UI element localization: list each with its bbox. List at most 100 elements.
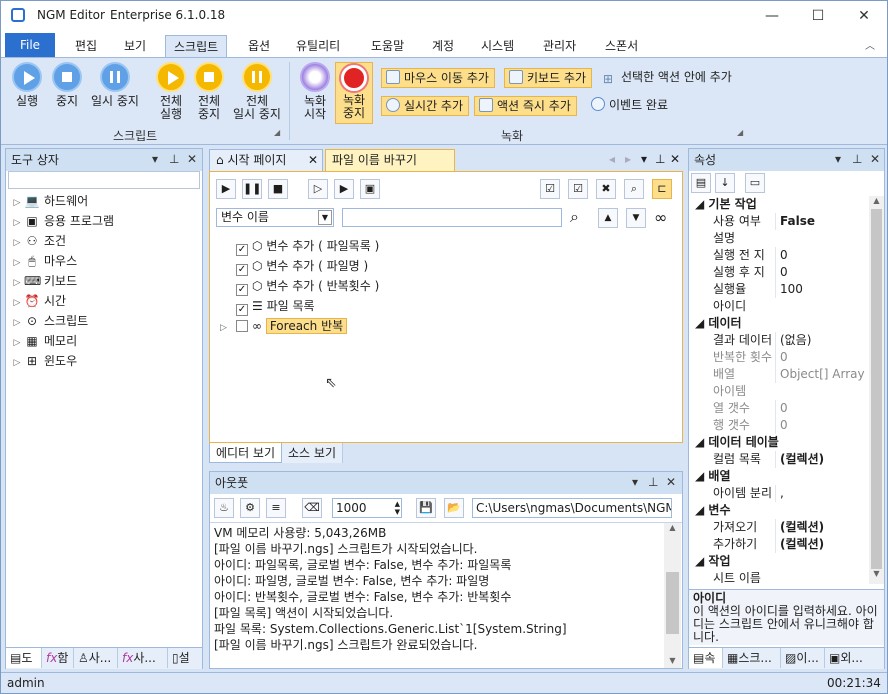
prop-row[interactable]: 아이템 분리, [689, 485, 869, 502]
add-realtime-button[interactable]: 실시간 추가 [381, 96, 470, 116]
prop-row[interactable]: 사용 여부 False [689, 213, 869, 230]
prop-row[interactable]: 컬럼 목록 (컬렉션) [689, 451, 869, 468]
menu-view[interactable]: 보기 [116, 35, 154, 57]
tab-source-view[interactable]: 소스 보기 [282, 443, 343, 463]
run-from-icon[interactable]: ▶ [334, 179, 354, 199]
menu-system[interactable]: 시스템 [473, 35, 522, 57]
variable-search-input[interactable] [342, 208, 562, 227]
toolbox-item-keyboard[interactable]: ▷ ⌨ 키보드 [10, 271, 200, 291]
variable-select[interactable]: 변수 이름 ▼ [216, 208, 334, 227]
toolbox-item-application[interactable]: ▷ ▣ 응용 프로그램 [10, 211, 200, 231]
action-row[interactable]: ✓ ☰ 파일 목록 [220, 296, 379, 316]
run-icon[interactable]: ▶ [216, 179, 236, 199]
toolbox-pin-icon[interactable]: ⊥ [169, 152, 179, 166]
tab-properties[interactable]: ▤속 [689, 648, 723, 668]
tab-pin-icon[interactable]: ⊥ [655, 152, 665, 166]
prop-row[interactable]: 아이템 [689, 383, 869, 400]
stop-button[interactable]: 중지 [49, 62, 85, 108]
prop-row[interactable]: 아이디 [689, 298, 869, 315]
folder-icon[interactable]: 📂 [444, 498, 464, 518]
tab-start-page[interactable]: ⌂ 시작 페이지 ✕ [209, 149, 323, 171]
output-close-icon[interactable]: ✕ [666, 475, 676, 489]
scroll-thumb[interactable] [666, 572, 679, 634]
record-stop-button[interactable]: 녹화 중지 [335, 62, 373, 124]
categorized-icon[interactable]: ▤ [691, 173, 711, 193]
toolbox-close-icon[interactable]: ✕ [187, 152, 197, 166]
tab-script-info[interactable]: ▦스크... [723, 648, 781, 668]
record-start-button[interactable]: 녹화 시작 [297, 62, 333, 121]
prop-row[interactable]: 배열 Object[] Array [689, 366, 869, 383]
property-pages-icon[interactable]: ▭ [745, 173, 765, 193]
sort-alpha-icon[interactable]: ↓ [715, 173, 735, 193]
category-variable[interactable]: ◢ 변수 [689, 502, 869, 519]
prop-row[interactable]: 결과 데이터 (없음) [689, 332, 869, 349]
tab-user-functions[interactable]: fx사... [118, 648, 168, 668]
menu-script[interactable]: 스크립트 [165, 35, 228, 57]
toolbox-item-time[interactable]: ▷ ⏰ 시간 [10, 291, 200, 311]
scroll-thumb[interactable] [871, 209, 882, 569]
menu-edit[interactable]: 편집 [67, 35, 105, 57]
menu-help[interactable]: 도움말 [363, 35, 412, 57]
checkbox[interactable]: ✓ [236, 264, 248, 276]
step-icon[interactable]: ▷ [308, 179, 328, 199]
prop-row[interactable]: 열 갯수 0 [689, 400, 869, 417]
stop-icon[interactable]: ■ [268, 179, 288, 199]
run-button[interactable]: 실행 [9, 62, 45, 108]
checkbox[interactable]: ✓ [236, 284, 248, 296]
infinity-icon[interactable]: ∞ [654, 208, 667, 227]
output-pin-icon[interactable]: ⊥ [648, 475, 658, 489]
prop-row[interactable]: 실행율 100 [689, 281, 869, 298]
tab-close-all-icon[interactable]: ✕ [670, 152, 680, 166]
prev-icon[interactable]: ▲ [598, 208, 618, 228]
save-icon[interactable]: 💾 [416, 498, 436, 518]
pause-button[interactable]: 일시 중지 [87, 62, 143, 108]
scroll-down-icon[interactable]: ▼ [869, 569, 884, 578]
toolbox-item-condition[interactable]: ▷ ⚇ 조건 [10, 231, 200, 251]
scroll-up-icon[interactable]: ▲ [869, 196, 884, 205]
event-complete-button[interactable]: 이벤트 완료 [587, 96, 673, 116]
prop-row[interactable]: 실행 전 지0 [689, 247, 869, 264]
pause-all-button[interactable]: 전체 일시 중지 [229, 62, 285, 121]
checkbox[interactable] [236, 320, 248, 332]
prop-row[interactable]: 시트 이름 [689, 570, 869, 584]
tab-list-icon[interactable]: ▾ [641, 152, 647, 166]
menu-account[interactable]: 계정 [424, 35, 462, 57]
toolbox-item-window[interactable]: ▷ ⊞ 윈도우 [10, 351, 200, 371]
action-row[interactable]: ✓ ⬡ 변수 추가 ( 파일목록 ) [220, 236, 379, 256]
prop-row[interactable]: 반복한 횟수 0 [689, 349, 869, 366]
tab-rename-files[interactable]: 파일 이름 바꾸기 [325, 149, 455, 171]
prop-row[interactable]: 가져오기 (컬렉션) [689, 519, 869, 536]
props-scrollbar[interactable]: ▲ ▼ [869, 196, 884, 584]
clean-icon[interactable]: ♨ [214, 498, 234, 518]
dialog-launcher-icon[interactable]: ◢ [274, 128, 280, 137]
add-action-now-button[interactable]: 액션 즉시 추가 [474, 96, 577, 116]
prop-row[interactable]: 설명 [689, 230, 869, 247]
checkbox[interactable]: ✓ [236, 304, 248, 316]
tab-editor-view[interactable]: 에디터 보기 [209, 443, 283, 463]
maximize-button[interactable]: ☐ [795, 1, 841, 31]
stop-all-button[interactable]: 전체 중지 [191, 62, 227, 121]
action-row-selected[interactable]: ▷ ∞ Foreach 반복 [220, 316, 379, 336]
prop-row[interactable]: 실행 후 지0 [689, 264, 869, 281]
next-icon[interactable]: ▼ [626, 208, 646, 228]
search-icon[interactable]: ⌕ [624, 179, 644, 199]
spinner-icon[interactable]: ▲ ▼ [395, 500, 400, 516]
run-all-button[interactable]: 전체 실행 [153, 62, 189, 121]
collapse-ribbon-icon[interactable]: ︿ [865, 37, 875, 52]
line-count-stepper[interactable]: 1000 ▲ ▼ [332, 498, 402, 518]
toolbox-item-script[interactable]: ▷ ⊙ 스크립트 [10, 311, 200, 331]
menu-file[interactable]: File [5, 33, 55, 57]
category-data-table[interactable]: ◢ 데이터 테이블 [689, 434, 869, 451]
log-settings-icon[interactable]: ⚙ [240, 498, 260, 518]
category-task[interactable]: ◢ 작업 [689, 553, 869, 570]
category-basic[interactable]: ◢ 기본 작업 [689, 196, 869, 213]
toolbox-dropdown-icon[interactable]: ▾ [152, 152, 158, 166]
tab-scroll-left-icon[interactable]: ◂ [609, 152, 615, 166]
expand-icon[interactable]: ▷ [220, 318, 236, 338]
props-pin-icon[interactable]: ⊥ [852, 152, 862, 166]
tab-users[interactable]: ♙사... [74, 648, 118, 668]
toolbox-search-input[interactable] [8, 171, 200, 189]
tab-close-icon[interactable]: ✕ [308, 150, 318, 170]
prop-row[interactable]: 행 갯수 0 [689, 417, 869, 434]
eraser-icon[interactable]: ⌫ [302, 498, 322, 518]
